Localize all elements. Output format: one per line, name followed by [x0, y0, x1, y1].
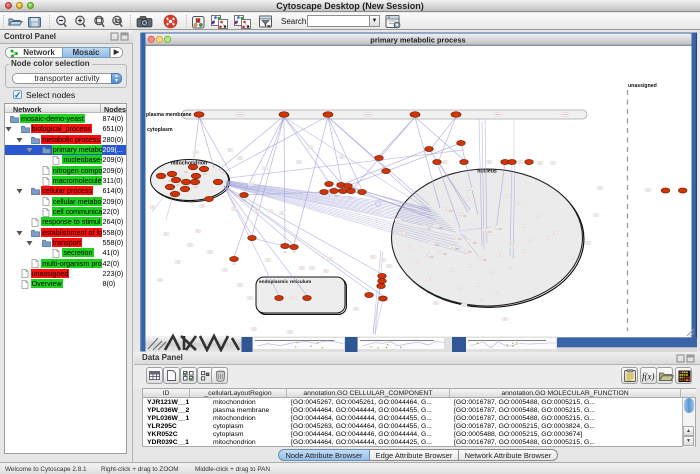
svg-text:f(x): f(x): [642, 372, 655, 382]
svg-text:unassigned: unassigned: [628, 83, 657, 89]
svg-text:endoplasmic reticulum: endoplasmic reticulum: [259, 279, 311, 285]
svg-text:primary metabolic process: primary metabolic process: [370, 36, 465, 45]
svg-text:cytoplasm: cytoplasm: [147, 127, 173, 133]
svg-text:1:1: 1:1: [115, 19, 122, 25]
svg-text:plasma membrane: plasma membrane: [146, 112, 192, 118]
